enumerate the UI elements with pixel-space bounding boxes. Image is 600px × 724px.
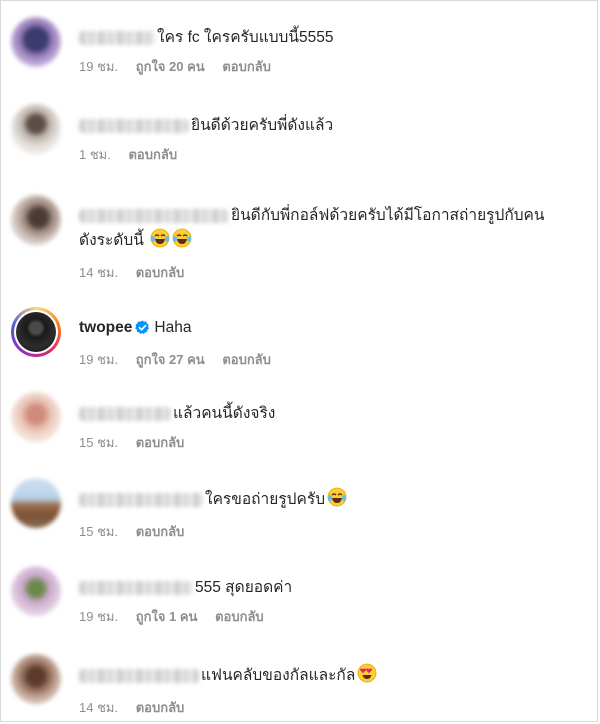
comment-text: ใคร fc ใครครับแบบนี้5555 <box>157 29 334 46</box>
reply-button[interactable]: ตอบกลับ <box>136 435 185 450</box>
comment-text: แล้วคนนี้ดังจริง <box>173 405 276 422</box>
tears-of-joy-emoji <box>172 228 192 256</box>
comment-time[interactable]: 19 ชม. <box>79 59 118 74</box>
comment-text: 555 สุดยอดค่า <box>195 579 293 596</box>
like-count[interactable]: ถูกใจ 27 คน <box>136 352 205 367</box>
comment-time[interactable]: 1 ชม. <box>79 147 111 162</box>
user-avatar[interactable] <box>11 654 61 704</box>
reply-button[interactable]: ตอบกลับ <box>222 352 271 367</box>
verified-badge-icon <box>135 318 150 343</box>
reply-button[interactable]: ตอบกลับ <box>136 524 185 539</box>
comment-text: แฟนคลับของกัลและกัล <box>201 667 356 684</box>
user-avatar[interactable] <box>11 104 61 154</box>
reply-button[interactable]: ตอบกลับ <box>222 59 271 74</box>
comment-text: ยินดีกับพี่กอล์ฟด้วยครับได้มีโอกาสถ่ายรู… <box>231 207 545 224</box>
username-blurred[interactable] <box>79 406 171 421</box>
comment-text-continued: ดังระดับนี้ <box>79 232 144 249</box>
user-avatar[interactable] <box>11 392 61 442</box>
username[interactable]: twopee <box>79 319 132 336</box>
reply-button[interactable]: ตอบกลับ <box>136 265 185 280</box>
username-blurred[interactable] <box>79 492 203 507</box>
comment-text: Haha <box>154 319 192 336</box>
like-count[interactable]: ถูกใจ 1 คน <box>136 609 198 624</box>
heart-eyes-emoji <box>357 663 377 691</box>
user-avatar[interactable] <box>11 307 61 357</box>
like-count[interactable]: ถูกใจ 20 คน <box>136 59 205 74</box>
reply-button[interactable]: ตอบกลับ <box>136 700 185 715</box>
reply-button[interactable]: ตอบกลับ <box>128 147 177 162</box>
reply-button[interactable]: ตอบกลับ <box>215 609 264 624</box>
user-avatar[interactable] <box>11 566 61 616</box>
username-blurred[interactable] <box>79 208 229 223</box>
tears-of-joy-emoji <box>150 228 170 256</box>
comment-time[interactable]: 15 ชม. <box>79 524 118 539</box>
comment-time[interactable]: 19 ชม. <box>79 352 118 367</box>
comment-text: ยินดีด้วยครับพี่ดังแล้ว <box>191 117 334 134</box>
user-avatar[interactable] <box>11 478 61 528</box>
comment-list: ใคร fc ใครครับแบบนี้5555 19 ชม. ถูกใจ 20… <box>0 0 598 722</box>
comment-time[interactable]: 15 ชม. <box>79 435 118 450</box>
comment-time[interactable]: 19 ชม. <box>79 609 118 624</box>
user-avatar[interactable] <box>11 195 61 245</box>
username-blurred[interactable] <box>79 30 155 45</box>
user-avatar[interactable] <box>11 17 61 67</box>
username-blurred[interactable] <box>79 668 199 683</box>
comment-text: ใครขอถ่ายรูปครับ <box>205 491 326 508</box>
username-blurred[interactable] <box>79 118 189 133</box>
tears-of-joy-emoji <box>327 487 347 515</box>
comment-time[interactable]: 14 ชม. <box>79 265 118 280</box>
comment-time[interactable]: 14 ชม. <box>79 700 118 715</box>
username-blurred[interactable] <box>79 580 193 595</box>
